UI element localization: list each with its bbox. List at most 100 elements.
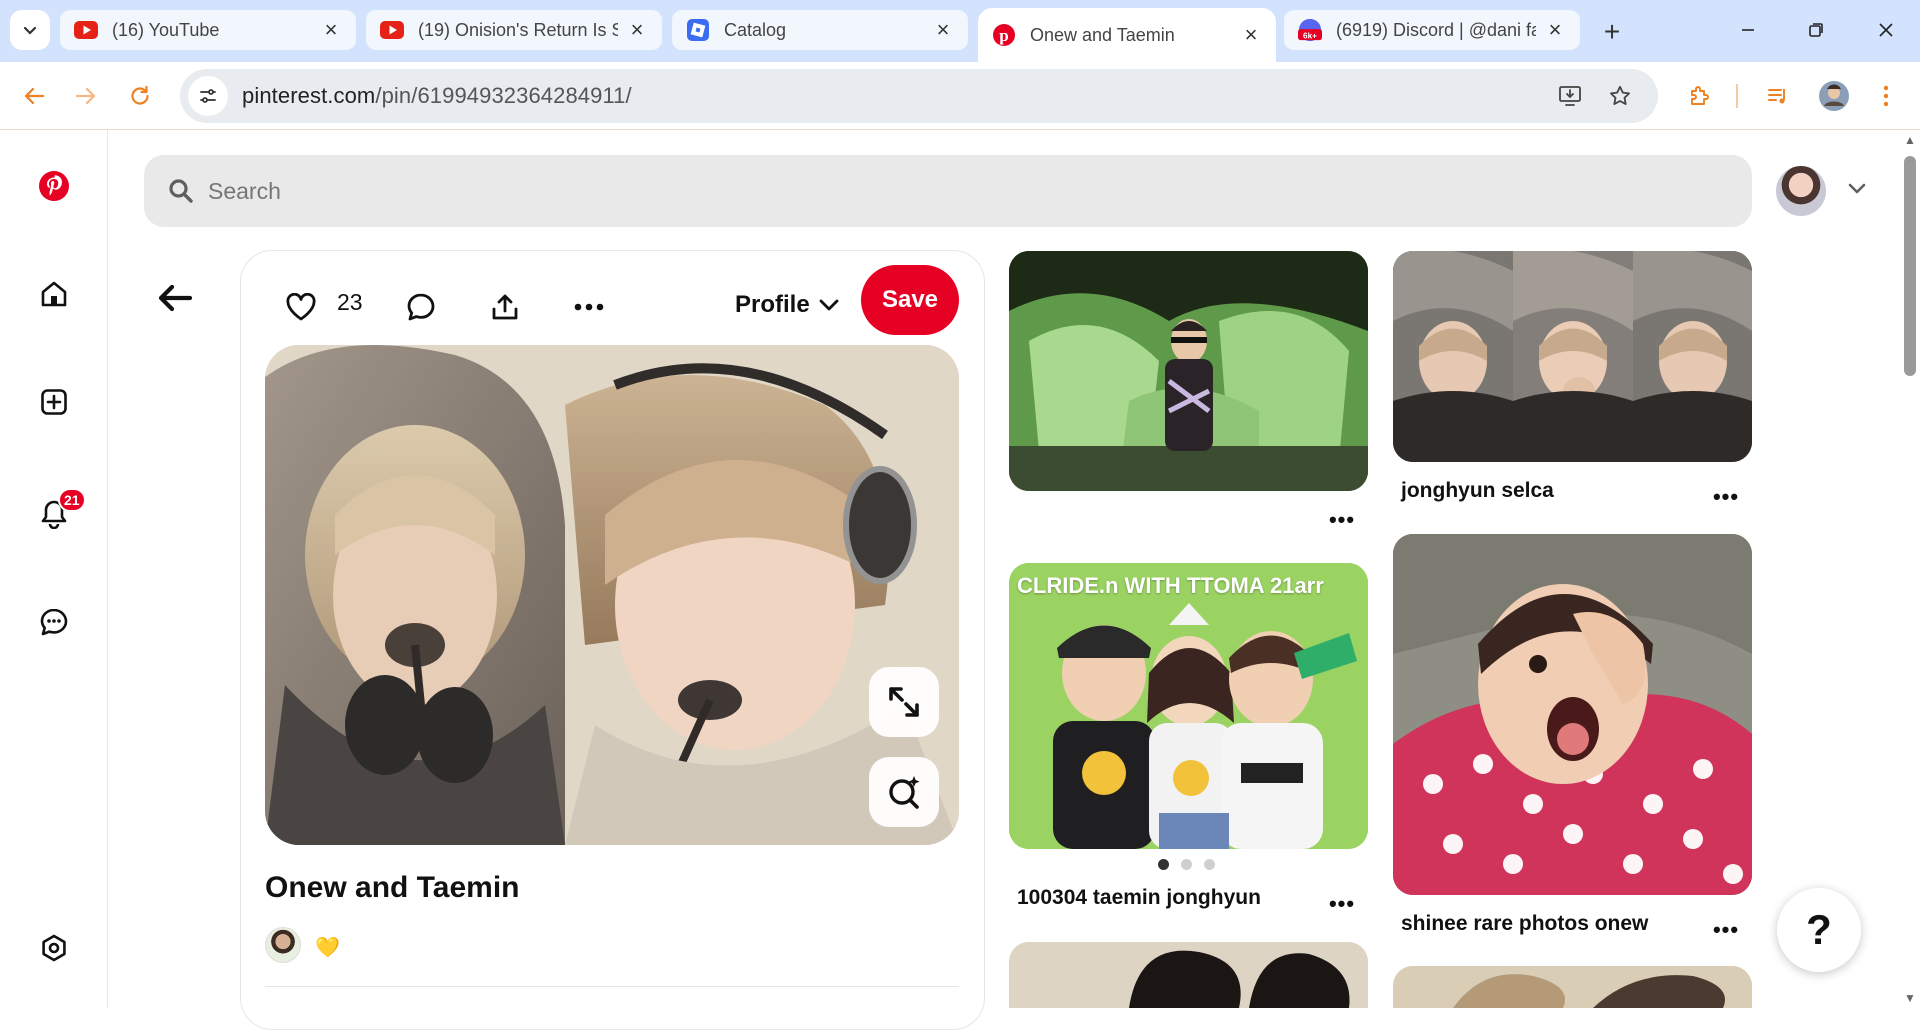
more-options-button[interactable] bbox=[569, 287, 609, 327]
pin-title: Onew and Taemin bbox=[265, 871, 520, 904]
page-scrollbar[interactable]: ▲ ▼ bbox=[1900, 130, 1920, 1008]
install-app-button[interactable] bbox=[1552, 78, 1588, 114]
restore-icon bbox=[1809, 23, 1823, 37]
scroll-down-icon[interactable]: ▼ bbox=[1904, 992, 1916, 1004]
create-icon bbox=[41, 389, 67, 415]
grid-pin-image[interactable] bbox=[1009, 251, 1368, 491]
settings-button[interactable] bbox=[34, 928, 74, 968]
carousel-dot[interactable] bbox=[1204, 859, 1215, 870]
close-icon[interactable]: × bbox=[1544, 17, 1566, 42]
avatar-icon bbox=[1819, 81, 1849, 111]
pin-photo bbox=[1393, 534, 1752, 895]
close-icon[interactable]: × bbox=[320, 17, 342, 42]
share-button[interactable] bbox=[485, 287, 525, 327]
tab-pinterest[interactable]: p Onew and Taemin × bbox=[978, 8, 1276, 62]
minimize-button[interactable] bbox=[1728, 14, 1768, 46]
grid-pin-image[interactable] bbox=[1009, 942, 1368, 1008]
pin-more-button[interactable]: ••• bbox=[1324, 891, 1360, 916]
tab-youtube-2[interactable]: (19) Onision's Return Is S × bbox=[366, 10, 662, 50]
account-avatar[interactable] bbox=[1776, 166, 1826, 216]
tab-title: Onew and Taemin bbox=[1030, 24, 1175, 45]
reload-button[interactable] bbox=[122, 78, 158, 114]
pin-photo bbox=[1393, 966, 1752, 1008]
grid-pin-image[interactable] bbox=[1393, 251, 1752, 462]
close-icon[interactable]: × bbox=[1240, 22, 1262, 47]
youtube-icon bbox=[380, 18, 404, 42]
more-vertical-icon bbox=[1883, 85, 1889, 107]
close-window-button[interactable] bbox=[1866, 14, 1906, 46]
minimize-icon bbox=[1742, 29, 1754, 31]
pin-caption[interactable]: shinee rare photos onew bbox=[1401, 912, 1648, 936]
comment-button[interactable] bbox=[401, 287, 441, 327]
home-button[interactable] bbox=[34, 274, 74, 314]
more-horizontal-icon bbox=[574, 303, 604, 311]
new-tab-button[interactable]: + bbox=[1594, 14, 1630, 50]
save-button[interactable]: Save bbox=[861, 265, 959, 335]
grid-pin-image-text: CLRIDE.n WITH TTOMA 21arr bbox=[1017, 573, 1324, 598]
pin-caption[interactable]: jonghyun selca bbox=[1401, 479, 1554, 503]
board-select-dropdown[interactable]: Profile bbox=[735, 285, 840, 325]
carousel-dot[interactable] bbox=[1181, 859, 1192, 870]
visual-search-button[interactable] bbox=[869, 757, 939, 827]
puzzle-icon bbox=[1691, 86, 1709, 105]
carousel-dot-active[interactable] bbox=[1158, 859, 1169, 870]
search-input[interactable] bbox=[208, 177, 1708, 205]
close-icon[interactable]: × bbox=[932, 17, 954, 42]
back-button[interactable] bbox=[150, 278, 200, 318]
create-button[interactable] bbox=[34, 382, 74, 422]
svg-text:p: p bbox=[999, 26, 1008, 45]
url-host: pinterest.com bbox=[242, 83, 376, 108]
pin-caption[interactable]: 100304 taemin jonghyun bbox=[1017, 886, 1261, 910]
tab-title: Catalog bbox=[724, 19, 787, 40]
arrow-left-icon bbox=[158, 284, 193, 312]
help-button[interactable]: ? bbox=[1777, 888, 1861, 972]
chevron-down-icon bbox=[23, 26, 37, 35]
visual-search-icon bbox=[889, 776, 920, 809]
arrow-right-icon bbox=[75, 87, 96, 105]
pin-closeup: 23 Profile Save Onew and Taemin 💛 bbox=[240, 250, 985, 1030]
pin-more-button[interactable]: ••• bbox=[1708, 484, 1744, 509]
comment-icon bbox=[407, 293, 435, 321]
grid-pin-image[interactable] bbox=[1393, 966, 1752, 1008]
restore-button[interactable] bbox=[1796, 14, 1836, 46]
close-icon[interactable]: × bbox=[626, 17, 648, 42]
search-bar[interactable] bbox=[144, 155, 1752, 227]
pinterest-page: 21 23 Profile bbox=[0, 130, 1920, 1030]
browser-menu-button[interactable] bbox=[1868, 78, 1904, 114]
back-button[interactable] bbox=[16, 78, 52, 114]
extensions-button[interactable] bbox=[1682, 78, 1718, 114]
bookmark-button[interactable] bbox=[1602, 78, 1638, 114]
forward-button[interactable] bbox=[68, 78, 104, 114]
scrollbar-thumb[interactable] bbox=[1904, 156, 1916, 376]
scroll-up-icon[interactable]: ▲ bbox=[1904, 134, 1916, 146]
media-control-button[interactable] bbox=[1760, 78, 1796, 114]
notification-badge: 21 bbox=[58, 488, 86, 512]
grid-pin-image[interactable] bbox=[1393, 534, 1752, 895]
address-bar[interactable]: pinterest.com/pin/619949323642849​11/ bbox=[180, 69, 1658, 123]
pin-image[interactable] bbox=[265, 345, 959, 845]
account-menu-button[interactable] bbox=[1842, 174, 1872, 204]
grid-pin-image[interactable]: CLRIDE.n WITH TTOMA 21arr bbox=[1009, 563, 1368, 849]
yellow-heart-icon: 💛 bbox=[315, 937, 340, 959]
pin-photo bbox=[1009, 563, 1368, 849]
tab-catalog[interactable]: Catalog × bbox=[672, 10, 968, 50]
url-path: /pin/619949323642849​11/ bbox=[375, 83, 632, 108]
close-icon bbox=[1879, 23, 1893, 37]
tab-youtube-1[interactable]: (16) YouTube × bbox=[60, 10, 356, 50]
tab-discord[interactable]: 6k+ (6919) Discord | @dani fa × bbox=[1284, 10, 1580, 50]
share-icon bbox=[492, 294, 518, 320]
site-info-button[interactable] bbox=[188, 76, 228, 116]
left-nav: 21 bbox=[0, 130, 108, 1008]
board-select-label: Profile bbox=[735, 291, 810, 318]
toolbar-divider bbox=[1736, 84, 1738, 108]
creator-avatar[interactable] bbox=[265, 927, 301, 963]
tab-search-button[interactable] bbox=[10, 10, 50, 50]
pin-photo bbox=[1009, 942, 1368, 1008]
profile-avatar-button[interactable] bbox=[1816, 78, 1852, 114]
pin-more-button[interactable]: ••• bbox=[1708, 917, 1744, 942]
expand-button[interactable] bbox=[869, 667, 939, 737]
like-button[interactable] bbox=[281, 287, 321, 327]
pin-more-button[interactable]: ••• bbox=[1324, 507, 1360, 532]
messages-button[interactable] bbox=[34, 602, 74, 642]
pinterest-logo-button[interactable] bbox=[34, 166, 74, 206]
